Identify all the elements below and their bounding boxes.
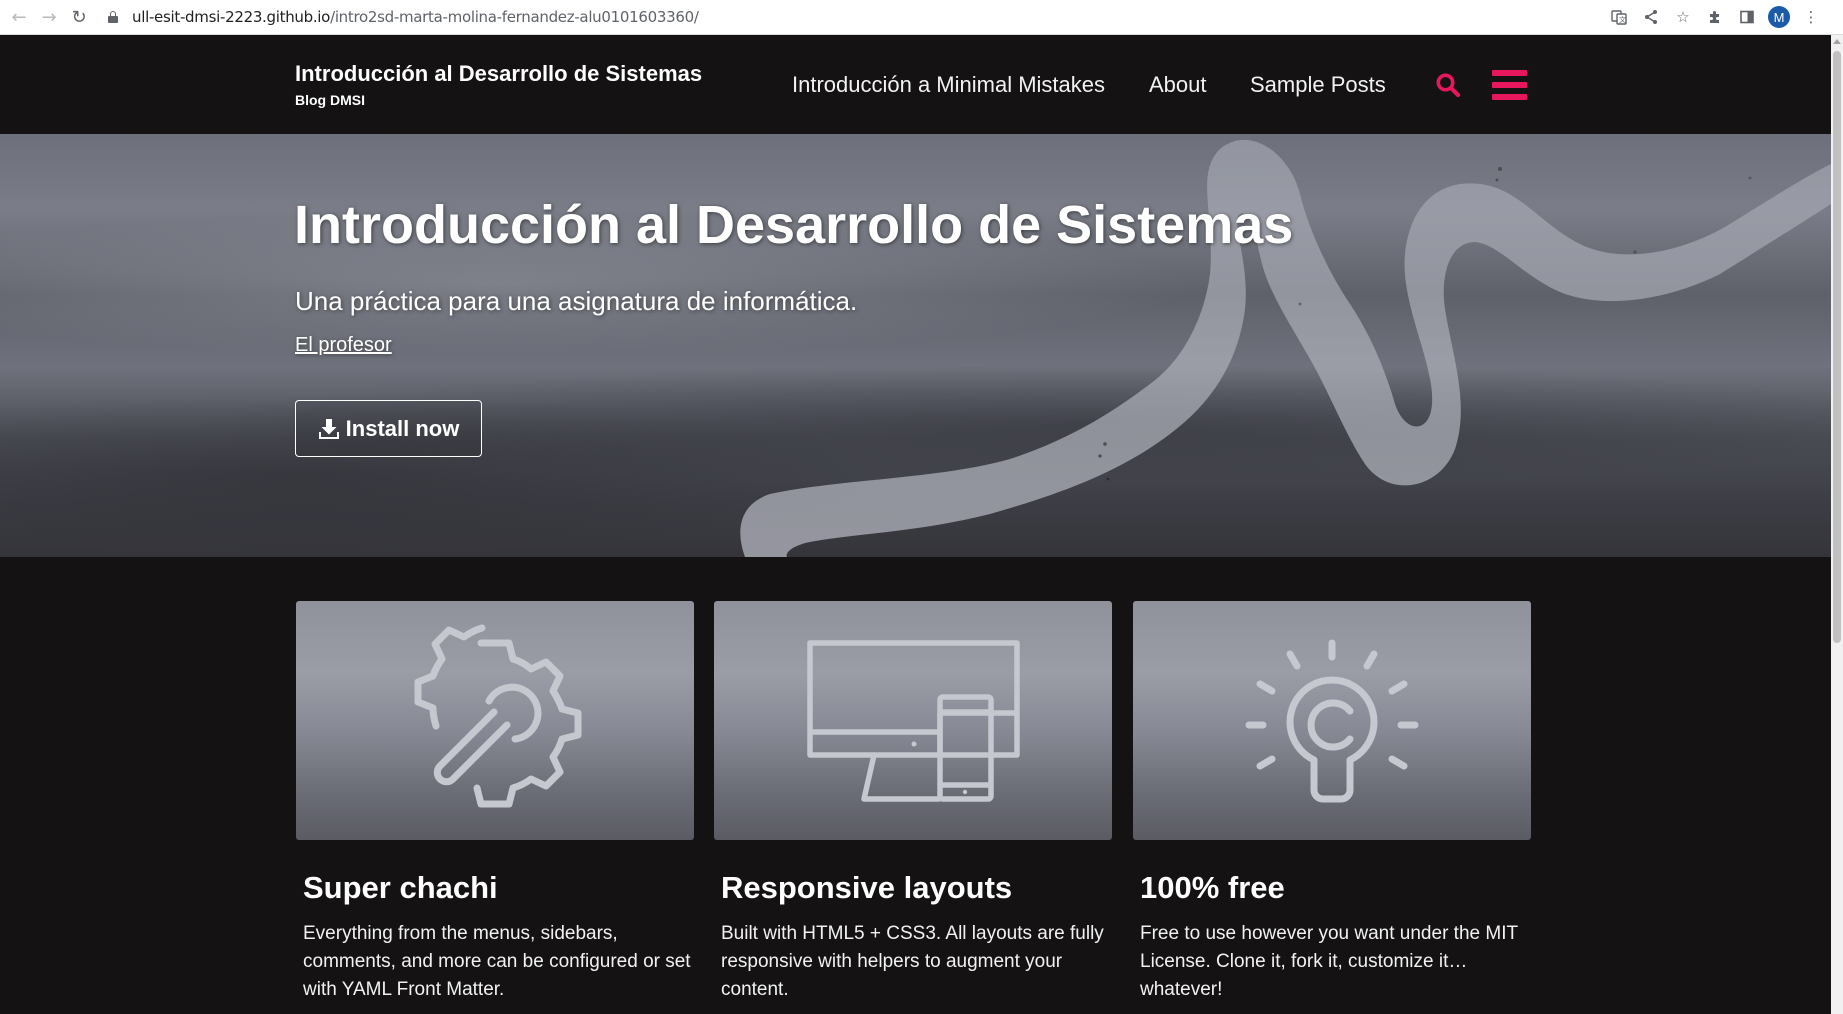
- back-icon[interactable]: ←: [4, 2, 34, 32]
- svg-text:文: 文: [1619, 15, 1626, 24]
- lock-icon[interactable]: [108, 11, 118, 23]
- site-title[interactable]: Introducción al Desarrollo de Sistemas: [295, 61, 702, 87]
- feature-image: [1133, 601, 1531, 840]
- feature-item: Responsive layouts Built with HTML5 + CS…: [714, 601, 1112, 1004]
- url-text[interactable]: ull-esit-dmsi-2223.github.io/intro2sd-ma…: [132, 8, 699, 26]
- nav-link-sample-posts[interactable]: Sample Posts: [1250, 72, 1386, 98]
- url-host: ull-esit-dmsi-2223.github.io: [132, 8, 331, 26]
- install-now-button[interactable]: Install now: [295, 400, 482, 457]
- search-icon[interactable]: [1435, 72, 1461, 98]
- address-bar[interactable]: ull-esit-dmsi-2223.github.io/intro2sd-ma…: [108, 2, 1605, 32]
- hero-banner: Introducción al Desarrollo de Sistemas U…: [0, 134, 1831, 557]
- extensions-icon[interactable]: [1701, 3, 1729, 31]
- gear-wrench-icon: [414, 624, 582, 808]
- feature-text: Free to use however you want under the M…: [1140, 923, 1518, 1000]
- feature-item: 100% free Free to use however you want u…: [1133, 601, 1531, 1004]
- feature-image: [714, 601, 1112, 840]
- site-header: Introducción al Desarrollo de Sistemas B…: [0, 35, 1831, 134]
- translate-icon[interactable]: 文: [1605, 3, 1633, 31]
- download-icon: [318, 418, 339, 439]
- feature-text: Built with HTML5 + CSS3. All layouts are…: [721, 923, 1104, 1000]
- bookmark-star-icon[interactable]: ☆: [1669, 3, 1697, 31]
- hero-excerpt: Una práctica para una asignatura de info…: [295, 286, 858, 316]
- reload-icon[interactable]: ↻: [64, 2, 94, 32]
- browser-toolbar: ← → ↻ ull-esit-dmsi-2223.github.io/intro…: [0, 0, 1843, 35]
- install-now-label: Install now: [345, 415, 460, 441]
- kebab-menu-icon[interactable]: ⋮: [1797, 3, 1825, 31]
- nav-link-about[interactable]: About: [1149, 72, 1207, 98]
- page-scrollbar[interactable]: [1831, 35, 1843, 1014]
- hero-title: Introducción al Desarrollo de Sistemas: [294, 195, 1294, 255]
- feature-title: 100% free: [1140, 870, 1285, 905]
- feature-title: Super chachi: [303, 870, 498, 905]
- feature-title: Responsive layouts: [721, 870, 1013, 905]
- feature-text: Everything from the menus, sidebars, com…: [303, 923, 691, 1000]
- responsive-devices-icon: [807, 640, 1020, 802]
- professor-link[interactable]: El profesor: [295, 334, 392, 357]
- avatar: M: [1768, 6, 1790, 28]
- scroll-up-icon[interactable]: [1833, 39, 1841, 44]
- hamburger-menu-icon[interactable]: [1492, 70, 1527, 100]
- nav-link-minimal-mistakes[interactable]: Introducción a Minimal Mistakes: [792, 72, 1105, 98]
- side-panel-icon[interactable]: [1733, 3, 1761, 31]
- url-path: /intro2sd-marta-molina-fernandez-alu0101…: [330, 8, 699, 26]
- copyright-bulb-icon: [1245, 639, 1419, 803]
- profile-avatar[interactable]: M: [1765, 3, 1793, 31]
- forward-icon[interactable]: →: [34, 2, 64, 32]
- scrollbar-thumb[interactable]: [1833, 51, 1841, 643]
- feature-item: Super chachi Everything from the menus, …: [296, 601, 694, 1004]
- feature-image: [296, 601, 694, 840]
- site-subtitle: Blog DMSI: [295, 92, 365, 108]
- share-icon[interactable]: [1637, 3, 1665, 31]
